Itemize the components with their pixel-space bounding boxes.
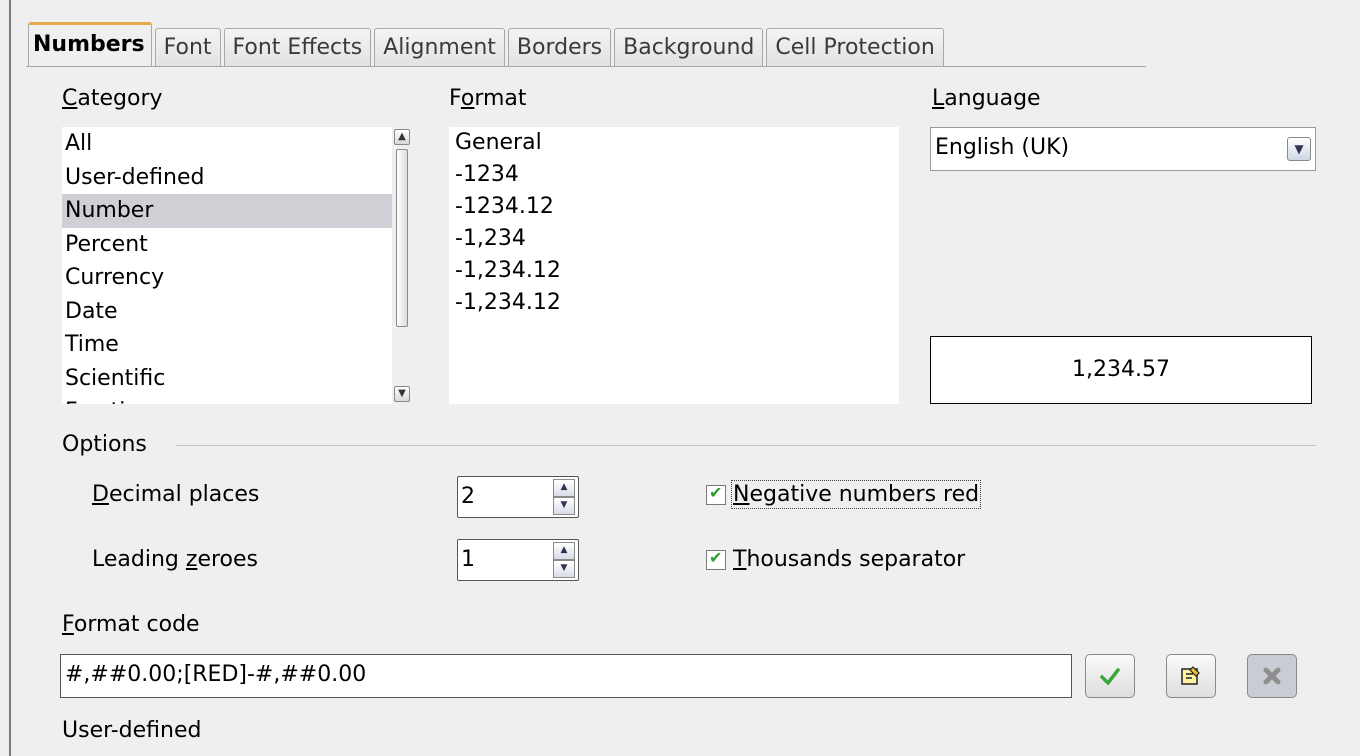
tab-borders[interactable]: Borders — [507, 28, 612, 66]
tab-font-effects[interactable]: Font Effects — [223, 28, 372, 66]
format-code-input[interactable]: #,##0.00;[RED]-#,##0.00 — [60, 654, 1072, 698]
negative-numbers-red-checkbox[interactable]: Negative numbers red — [706, 480, 982, 509]
scroll-thumb[interactable] — [396, 149, 408, 327]
dialog-left-border — [9, 0, 11, 756]
format-status: User-defined — [62, 718, 202, 743]
category-list[interactable]: All User-defined Number Percent Currency… — [62, 127, 412, 404]
options-separator — [176, 445, 1316, 446]
thousands-separator-checkbox[interactable]: Thousands separator — [706, 547, 965, 572]
leading-zeroes-label: Leading zeroes — [92, 547, 258, 572]
checkbox-checked-icon[interactable] — [706, 483, 726, 505]
scroll-down-icon[interactable]: ▼ — [394, 386, 410, 402]
decimal-places-value: 2 — [461, 484, 475, 509]
decimal-places-label: Decimal places — [92, 482, 260, 507]
tab-background[interactable]: Background — [614, 28, 764, 66]
list-item[interactable]: Percent — [62, 228, 412, 262]
list-item[interactable]: All — [62, 127, 412, 161]
category-label: Category — [62, 86, 163, 111]
list-item[interactable]: -1,234 — [452, 223, 899, 255]
checkmark-icon — [1100, 668, 1120, 685]
edit-comment-button[interactable] — [1166, 654, 1216, 698]
leading-zeroes-stepper[interactable]: 1 ▲ ▼ — [457, 539, 579, 581]
tab-divider — [26, 66, 1146, 67]
decimal-places-stepper[interactable]: 2 ▲ ▼ — [457, 476, 579, 518]
scroll-up-icon[interactable]: ▲ — [394, 129, 410, 145]
chevron-down-icon[interactable]: ▼ — [1287, 137, 1311, 161]
spin-down-icon[interactable]: ▼ — [553, 560, 575, 578]
list-item[interactable]: -1234.12 — [452, 191, 899, 223]
list-item[interactable]: -1234 — [452, 159, 899, 191]
format-list[interactable]: General -1234 -1234.12 -1,234 -1,234.12 … — [449, 127, 899, 404]
category-scrollbar[interactable]: ▲ ▼ — [392, 127, 412, 404]
edit-comment-icon — [1181, 666, 1200, 685]
list-item[interactable]: Date — [62, 295, 412, 329]
delete-icon — [1263, 667, 1281, 685]
tab-alignment[interactable]: Alignment — [374, 28, 505, 66]
list-item[interactable]: Scientific — [62, 362, 412, 396]
list-item[interactable]: -1,234.12 — [452, 255, 899, 287]
negative-numbers-red-label: Negative numbers red — [730, 480, 982, 509]
add-format-button[interactable] — [1085, 654, 1135, 698]
list-item[interactable]: Currency — [62, 261, 412, 295]
list-item[interactable]: -1,234.12 — [452, 287, 899, 319]
delete-format-button[interactable] — [1247, 654, 1297, 698]
language-select[interactable]: English (UK) ▼ — [930, 127, 1316, 171]
format-preview: 1,234.57 — [930, 336, 1312, 404]
format-label: Format — [449, 86, 527, 111]
tab-numbers[interactable]: Numbers — [28, 22, 152, 66]
format-code-label: Format code — [62, 612, 200, 637]
spin-up-icon[interactable]: ▲ — [553, 479, 575, 497]
list-item-selected[interactable]: Number — [62, 194, 412, 228]
format-code-value: #,##0.00;[RED]-#,##0.00 — [65, 662, 367, 687]
language-label: Language — [932, 86, 1041, 111]
list-item[interactable]: Time — [62, 328, 412, 362]
tab-bar: Numbers Font Font Effects Alignment Bord… — [28, 22, 947, 66]
list-item[interactable]: User-defined — [62, 161, 412, 195]
spin-down-icon[interactable]: ▼ — [553, 497, 575, 515]
spin-up-icon[interactable]: ▲ — [553, 542, 575, 560]
thousands-separator-label: Thousands separator — [733, 547, 966, 572]
tab-cell-protection[interactable]: Cell Protection — [766, 28, 944, 66]
list-item[interactable]: Fraction — [62, 395, 412, 404]
checkbox-checked-icon[interactable] — [706, 548, 726, 570]
language-value: English (UK) — [935, 135, 1070, 160]
leading-zeroes-value: 1 — [461, 547, 475, 572]
options-heading: Options — [62, 432, 147, 457]
tab-font[interactable]: Font — [154, 28, 221, 66]
list-item[interactable]: General — [452, 127, 899, 159]
